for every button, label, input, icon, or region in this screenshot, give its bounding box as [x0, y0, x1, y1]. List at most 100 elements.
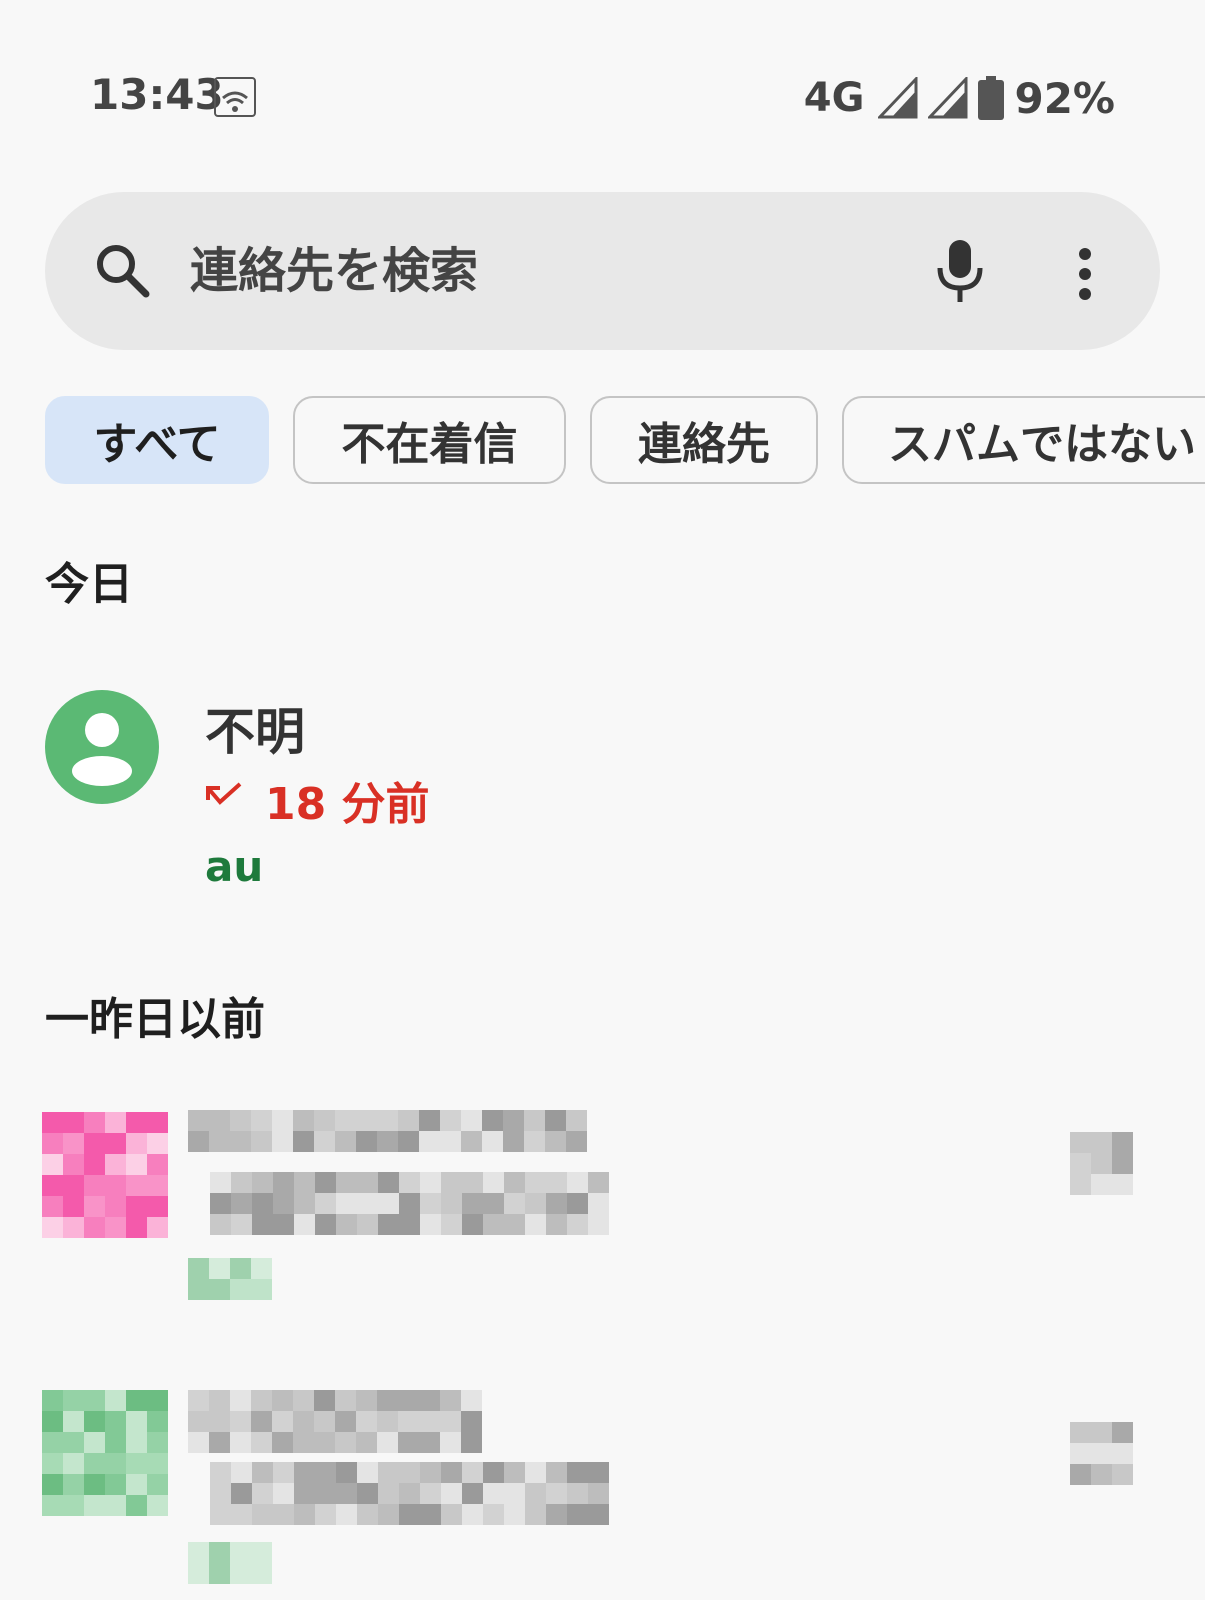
- blur-cell: [293, 1390, 314, 1411]
- blur-cell: [545, 1131, 566, 1152]
- blur-cell: [440, 1110, 461, 1131]
- blur-cell: [335, 1411, 356, 1432]
- blur-cell: [209, 1279, 230, 1300]
- blur-cell: [440, 1131, 461, 1152]
- blur-cell: [147, 1453, 168, 1474]
- blur-cell: [63, 1196, 84, 1217]
- blur-cell: [126, 1474, 147, 1495]
- blur-cell: [1112, 1153, 1133, 1174]
- blur-cell: [588, 1483, 609, 1504]
- blur-cell: [441, 1214, 462, 1235]
- blur-cell: [272, 1110, 293, 1131]
- signal-icon: [878, 77, 918, 119]
- blur-cell: [105, 1175, 126, 1196]
- blur-cell: [441, 1504, 462, 1525]
- blur-cell: [398, 1411, 419, 1432]
- blur-cell: [210, 1172, 231, 1193]
- filter-chip-missed[interactable]: 不在着信: [293, 396, 566, 484]
- blur-cell: [147, 1133, 168, 1154]
- blur-cell: [251, 1432, 272, 1453]
- blur-cell: [63, 1453, 84, 1474]
- blur-cell: [294, 1172, 315, 1193]
- blur-cell: [420, 1483, 441, 1504]
- blur-cell: [1112, 1422, 1133, 1443]
- blur-cell: [209, 1258, 230, 1279]
- more-vert-icon[interactable]: [1070, 246, 1100, 302]
- blur-cell: [294, 1214, 315, 1235]
- blur-cell: [357, 1172, 378, 1193]
- blur-cell: [272, 1390, 293, 1411]
- search-icon[interactable]: [92, 240, 152, 300]
- blur-cell: [461, 1110, 482, 1131]
- blur-cell: [378, 1193, 399, 1214]
- blur-cell: [399, 1462, 420, 1483]
- blur-cell: [126, 1432, 147, 1453]
- section-header-today: 今日: [45, 559, 133, 610]
- filter-chip-all[interactable]: すべて: [45, 396, 269, 484]
- blur-cell: [188, 1258, 209, 1279]
- battery-icon: [978, 76, 1005, 120]
- blur-cell: [567, 1504, 588, 1525]
- blur-cell: [84, 1453, 105, 1474]
- blur-cell: [230, 1279, 251, 1300]
- blur-cell: [378, 1172, 399, 1193]
- blur-cell: [525, 1462, 546, 1483]
- blur-cell: [567, 1214, 588, 1235]
- filter-chip-contacts[interactable]: 連絡先: [590, 396, 818, 484]
- blur-cell: [273, 1172, 294, 1193]
- status-bar: 13:43 4G 92%: [0, 0, 1205, 190]
- blur-cell: [356, 1110, 377, 1131]
- blur-cell: [335, 1432, 356, 1453]
- blur-cell: [188, 1131, 209, 1152]
- blurred-list-item[interactable]: [0, 1390, 1205, 1600]
- blur-cell: [272, 1432, 293, 1453]
- blur-cell: [293, 1432, 314, 1453]
- blur-cell: [440, 1411, 461, 1432]
- blur-cell: [588, 1172, 609, 1193]
- blur-cell: [524, 1110, 545, 1131]
- blur-cell: [42, 1411, 63, 1432]
- blur-cell: [105, 1453, 126, 1474]
- blur-cell: [461, 1432, 482, 1453]
- blur-cell: [315, 1193, 336, 1214]
- blur-cell: [105, 1390, 126, 1411]
- filter-chip-not-spam[interactable]: スパムではない: [842, 396, 1205, 484]
- blur-cell: [336, 1193, 357, 1214]
- blur-cell: [293, 1131, 314, 1152]
- blur-cell: [315, 1214, 336, 1235]
- blur-cell: [147, 1196, 168, 1217]
- blur-cell: [356, 1432, 377, 1453]
- call-carrier: au: [205, 842, 264, 891]
- call-name[interactable]: 不明: [205, 692, 305, 764]
- blur-cell: [231, 1214, 252, 1235]
- blur-cell: [105, 1411, 126, 1432]
- blur-cell: [441, 1172, 462, 1193]
- blurred-list-item[interactable]: [0, 1100, 1205, 1340]
- carrier-wifi-icon: [214, 77, 256, 117]
- blur-cell: [188, 1411, 209, 1432]
- blur-cell: [63, 1133, 84, 1154]
- search-input[interactable]: [190, 236, 870, 306]
- status-right: 4G 92%: [804, 70, 1115, 126]
- blur-cell: [84, 1474, 105, 1495]
- blur-cell: [545, 1110, 566, 1131]
- mic-icon[interactable]: [934, 238, 986, 304]
- blur-cell: [378, 1483, 399, 1504]
- blur-cell: [546, 1483, 567, 1504]
- blur-cell: [230, 1131, 251, 1152]
- avatar[interactable]: [45, 690, 159, 804]
- signal-icon: [928, 77, 968, 119]
- blur-cell: [188, 1279, 209, 1300]
- blur-cell: [42, 1112, 63, 1133]
- missed-call-icon: [206, 782, 242, 805]
- blur-cell: [230, 1411, 251, 1432]
- blur-cell: [482, 1110, 503, 1131]
- blur-cell: [105, 1112, 126, 1133]
- blur-cell: [314, 1432, 335, 1453]
- blur-cell: [315, 1483, 336, 1504]
- blur-cell: [546, 1172, 567, 1193]
- blur-cell: [105, 1196, 126, 1217]
- blur-cell: [63, 1411, 84, 1432]
- blur-cell: [209, 1563, 230, 1584]
- blur-cell: [63, 1217, 84, 1238]
